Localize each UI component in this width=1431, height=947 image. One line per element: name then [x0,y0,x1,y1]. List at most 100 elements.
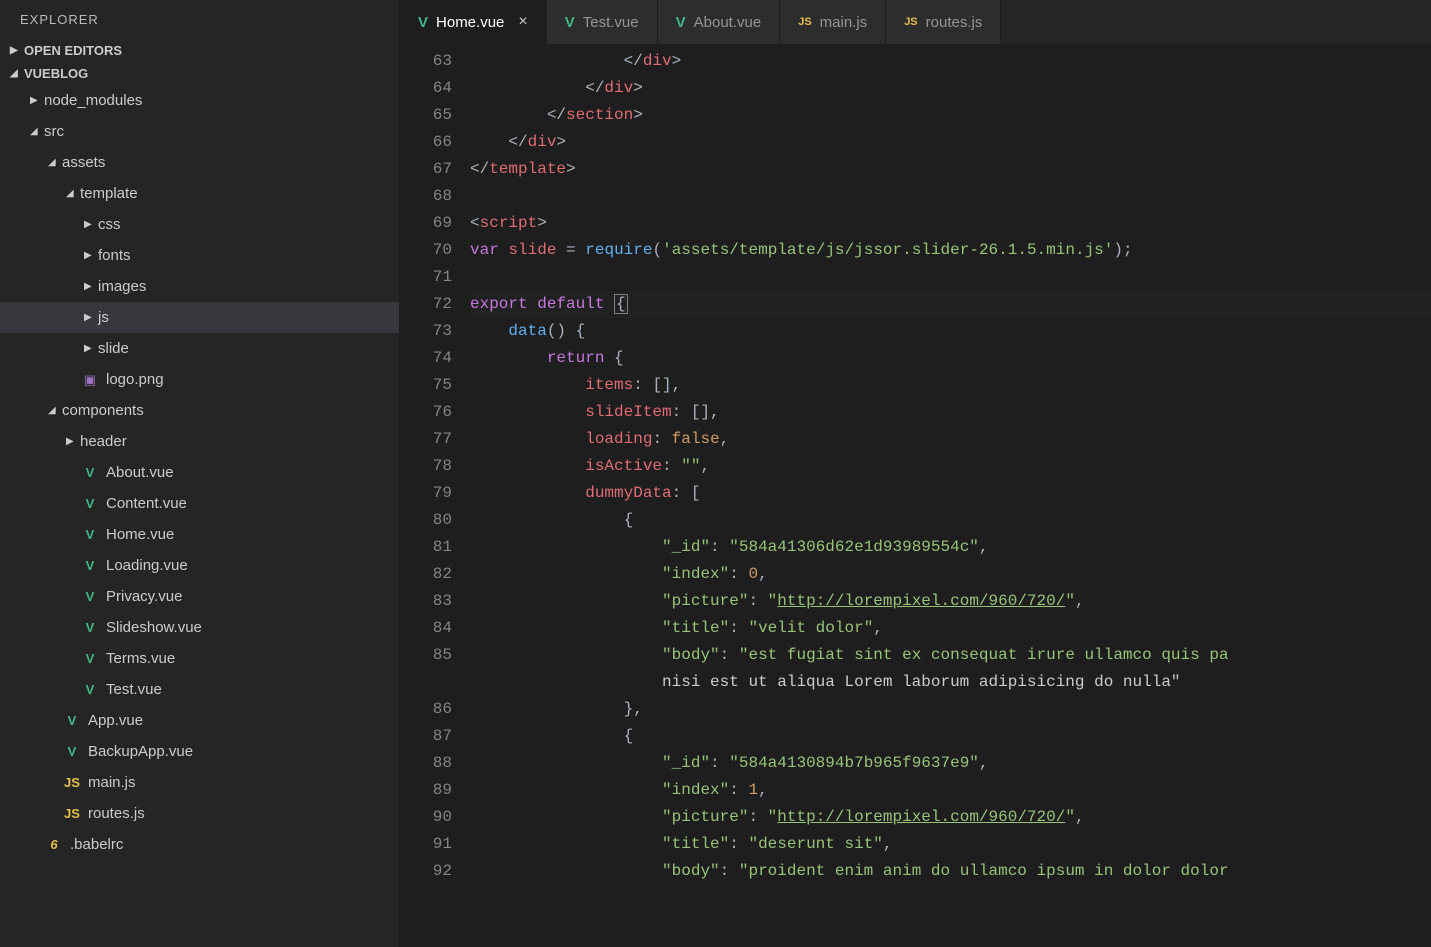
code-line[interactable]: </section> [470,102,1431,129]
code-line[interactable]: </div> [470,48,1431,75]
vue-icon: V [62,742,82,762]
vue-icon: V [80,463,100,483]
line-number: 86 [400,696,452,723]
tree-item-label: template [80,185,138,202]
line-number: 85 [400,642,452,669]
code-line[interactable]: data() { [470,318,1431,345]
tree-item-terms-vue[interactable]: VTerms.vue [0,643,399,674]
code-line[interactable]: "_id": "584a4130894b7b965f9637e9", [470,750,1431,777]
editor[interactable]: 6364656667686970717273747576777879808182… [400,44,1431,947]
tree-item-routes-js[interactable]: JSroutes.js [0,798,399,829]
code-line[interactable]: </div> [470,129,1431,156]
code-line[interactable]: "picture": "http://lorempixel.com/960/72… [470,804,1431,831]
tree-item-content-vue[interactable]: VContent.vue [0,488,399,519]
code-line[interactable]: loading: false, [470,426,1431,453]
tree-item-slideshow-vue[interactable]: VSlideshow.vue [0,612,399,643]
line-number: 64 [400,75,452,102]
tree-item-privacy-vue[interactable]: VPrivacy.vue [0,581,399,612]
code-line[interactable]: "body": "est fugiat sint ex consequat ir… [470,642,1431,669]
line-number: 74 [400,345,452,372]
tree-item-header[interactable]: ▶header [0,426,399,457]
line-number: 88 [400,750,452,777]
code-line[interactable]: items: [], [470,372,1431,399]
code-line[interactable]: }, [470,696,1431,723]
code-line[interactable] [470,183,1431,210]
tree-item-assets[interactable]: ◢assets [0,147,399,178]
code-line[interactable]: { [470,507,1431,534]
vue-icon: V [80,680,100,700]
js-icon: JS [62,804,82,824]
tree-item-images[interactable]: ▶images [0,271,399,302]
tree-item-backupapp-vue[interactable]: VBackupApp.vue [0,736,399,767]
tree-item-about-vue[interactable]: VAbout.vue [0,457,399,488]
code-line[interactable]: slideItem: [], [470,399,1431,426]
line-number: 80 [400,507,452,534]
line-number: 78 [400,453,452,480]
tree-item-logo-png[interactable]: ▣logo.png [0,364,399,395]
tree-item-node_modules[interactable]: ▶node_modules [0,85,399,116]
close-icon[interactable]: × [518,13,527,31]
tree-item--babelrc[interactable]: 6.babelrc [0,829,399,860]
code-line[interactable]: </template> [470,156,1431,183]
code-line[interactable]: "index": 0, [470,561,1431,588]
chevron-down-icon: ◢ [30,126,44,137]
tree-item-label: header [80,433,127,450]
open-editors-label: OPEN EDITORS [24,43,122,58]
tree-item-loading-vue[interactable]: VLoading.vue [0,550,399,581]
code-line[interactable]: return { [470,345,1431,372]
code-line[interactable]: <script> [470,210,1431,237]
code-line[interactable]: </div> [470,75,1431,102]
tab-test-vue[interactable]: V Test.vue [547,0,658,44]
line-number: 81 [400,534,452,561]
tree-item-home-vue[interactable]: VHome.vue [0,519,399,550]
code-line[interactable]: export default { [470,291,1431,318]
code-line[interactable] [470,264,1431,291]
editor-tabs: V Home.vue × V Test.vueVAbout.vueJSmain.jsJS… [400,0,1431,44]
tree-item-template[interactable]: ◢template [0,178,399,209]
line-number: 84 [400,615,452,642]
open-editors-section[interactable]: ▶ OPEN EDITORS [0,39,399,62]
code-line[interactable]: "index": 1, [470,777,1431,804]
chevron-right-icon: ▶ [30,95,44,106]
code-line[interactable]: dummyData: [ [470,480,1431,507]
tree-item-label: Slideshow.vue [106,619,202,636]
code-line[interactable]: var slide = require('assets/template/js/… [470,237,1431,264]
line-number: 63 [400,48,452,75]
tree-item-label: fonts [98,247,131,264]
tree-item-src[interactable]: ◢src [0,116,399,147]
tab-about-vue[interactable]: VAbout.vue [658,0,781,44]
code-line[interactable]: "body": "proident enim anim do ullamco i… [470,858,1431,885]
tree-item-slide[interactable]: ▶slide [0,333,399,364]
project-section[interactable]: ◢ VUEBLOG [0,62,399,85]
code-line[interactable]: isActive: "", [470,453,1431,480]
tab-routes-js[interactable]: JSroutes.js [886,0,1001,44]
code-line[interactable]: nisi est ut aliqua Lorem laborum adipisi… [470,669,1431,696]
tab-label: Home.vue [436,14,504,31]
tree-item-js[interactable]: ▶js [0,302,399,333]
tab-home-vue[interactable]: VHome.vue× [400,0,547,44]
tree-item-label: main.js [88,774,136,791]
tree-item-css[interactable]: ▶css [0,209,399,240]
tab-main-js[interactable]: JSmain.js [780,0,886,44]
tree-item-fonts[interactable]: ▶fonts [0,240,399,271]
tree-item-components[interactable]: ◢components [0,395,399,426]
code-line[interactable]: { [470,723,1431,750]
vue-icon: V [80,649,100,669]
tab-label: Test.vue [583,14,639,31]
code-line[interactable]: "picture": "http://lorempixel.com/960/72… [470,588,1431,615]
code-line[interactable]: "title": "deserunt sit", [470,831,1431,858]
vue-icon: V [80,525,100,545]
line-number: 79 [400,480,452,507]
line-number: 67 [400,156,452,183]
code-line[interactable]: "_id": "584a41306d62e1d93989554c", [470,534,1431,561]
tree-item-label: js [98,309,109,326]
tree-item-label: .babelrc [70,836,123,853]
line-number: 90 [400,804,452,831]
tree-item-app-vue[interactable]: VApp.vue [0,705,399,736]
line-number: 69 [400,210,452,237]
vue-icon: V [565,14,575,31]
code-line[interactable]: "title": "velit dolor", [470,615,1431,642]
tree-item-test-vue[interactable]: VTest.vue [0,674,399,705]
code-content[interactable]: </div> </div> </section> </div></templat… [470,44,1431,947]
tree-item-main-js[interactable]: JSmain.js [0,767,399,798]
